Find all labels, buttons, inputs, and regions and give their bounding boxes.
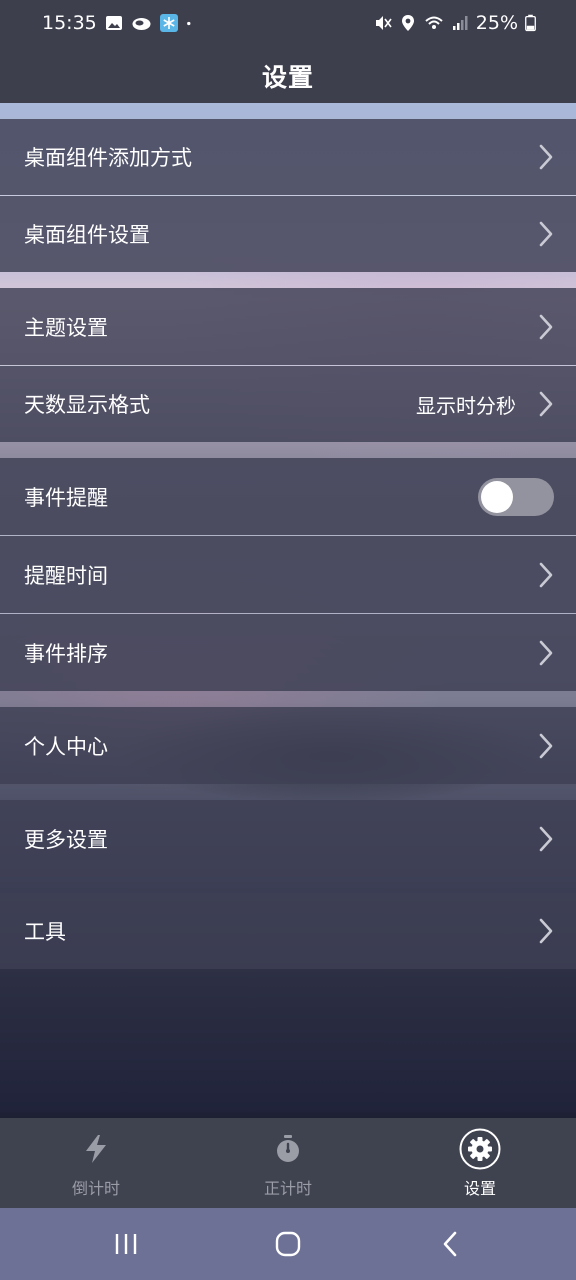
chevron-right-icon	[539, 144, 553, 170]
tab-label: 正计时	[263, 1179, 312, 1198]
bottom-tab-bar: 倒计时 正计时 设置	[0, 1118, 576, 1208]
home-icon[interactable]	[258, 1226, 318, 1262]
settings-item-label: 桌面组件设置	[24, 223, 150, 247]
back-icon[interactable]	[420, 1226, 480, 1262]
page-title: 设置	[261, 62, 314, 92]
settings-item-label: 桌面组件添加方式	[24, 146, 192, 170]
settings-item-label: 天数显示格式	[24, 393, 150, 417]
toggle-knob	[481, 480, 513, 513]
settings-item-widget-add-method[interactable]: 桌面组件添加方式	[0, 119, 576, 195]
tab-countup[interactable]: 正计时	[192, 1118, 384, 1208]
settings-item-reminder-time[interactable]: 提醒时间	[0, 536, 576, 613]
chevron-right-icon	[539, 391, 553, 417]
settings-item-label: 事件排序	[24, 641, 108, 666]
day-format-value: 显示时分秒	[416, 393, 516, 418]
status-right: 25%	[374, 12, 536, 34]
chevron-right-icon	[539, 918, 553, 944]
gear-icon	[459, 1128, 501, 1170]
event-reminder-toggle[interactable]	[478, 477, 554, 516]
settings-item-day-format[interactable]: 天数显示格式 显示时分秒	[0, 366, 576, 442]
settings-item-widget-settings[interactable]: 桌面组件设置	[0, 196, 576, 272]
stopwatch-icon	[267, 1128, 309, 1170]
recent-apps-icon[interactable]	[96, 1226, 156, 1262]
lightning-icon	[75, 1128, 117, 1170]
image-icon	[105, 16, 122, 30]
settings-item-tools[interactable]: 工具	[0, 893, 576, 969]
battery-percent: 25%	[475, 12, 518, 34]
settings-item-label: 个人中心	[24, 734, 108, 759]
status-left: 15:35	[42, 12, 196, 34]
settings-item-label: 主题设置	[24, 315, 108, 340]
chevron-right-icon	[539, 562, 553, 587]
mute-icon	[375, 16, 392, 30]
settings-item-theme[interactable]: 主题设置	[0, 288, 576, 365]
settings-item-personal-center[interactable]: 个人中心	[0, 707, 576, 784]
settings-item-label: 提醒时间	[24, 563, 108, 588]
settings-item-label: 工具	[24, 920, 66, 944]
status-bar: 15:35 25%	[0, 0, 576, 48]
status-time: 15:35	[42, 12, 97, 34]
header: 设置	[0, 48, 576, 103]
battery-icon	[525, 14, 536, 32]
chevron-right-icon	[539, 221, 553, 247]
system-nav-bar	[0, 1208, 576, 1280]
signal-icon	[452, 16, 468, 30]
tab-countdown[interactable]: 倒计时	[0, 1118, 192, 1208]
chevron-right-icon	[539, 733, 553, 758]
chevron-right-icon	[539, 826, 553, 851]
settings-item-label: 更多设置	[24, 827, 108, 852]
chevron-right-icon	[539, 314, 553, 339]
chevron-right-icon	[539, 640, 553, 665]
settings-item-event-sort[interactable]: 事件排序	[0, 614, 576, 691]
snowflake-app-icon	[159, 14, 178, 32]
wifi-icon	[425, 16, 443, 29]
tab-label: 设置	[463, 1179, 496, 1198]
tab-label: 倒计时	[71, 1179, 120, 1198]
settings-item-event-reminder: 事件提醒	[0, 458, 576, 535]
location-icon	[401, 15, 414, 31]
tab-settings[interactable]: 设置	[384, 1118, 576, 1208]
settings-item-more-settings[interactable]: 更多设置	[0, 800, 576, 877]
cloud-icon	[132, 18, 151, 30]
dot-icon	[186, 21, 191, 26]
settings-item-label: 事件提醒	[24, 485, 108, 510]
